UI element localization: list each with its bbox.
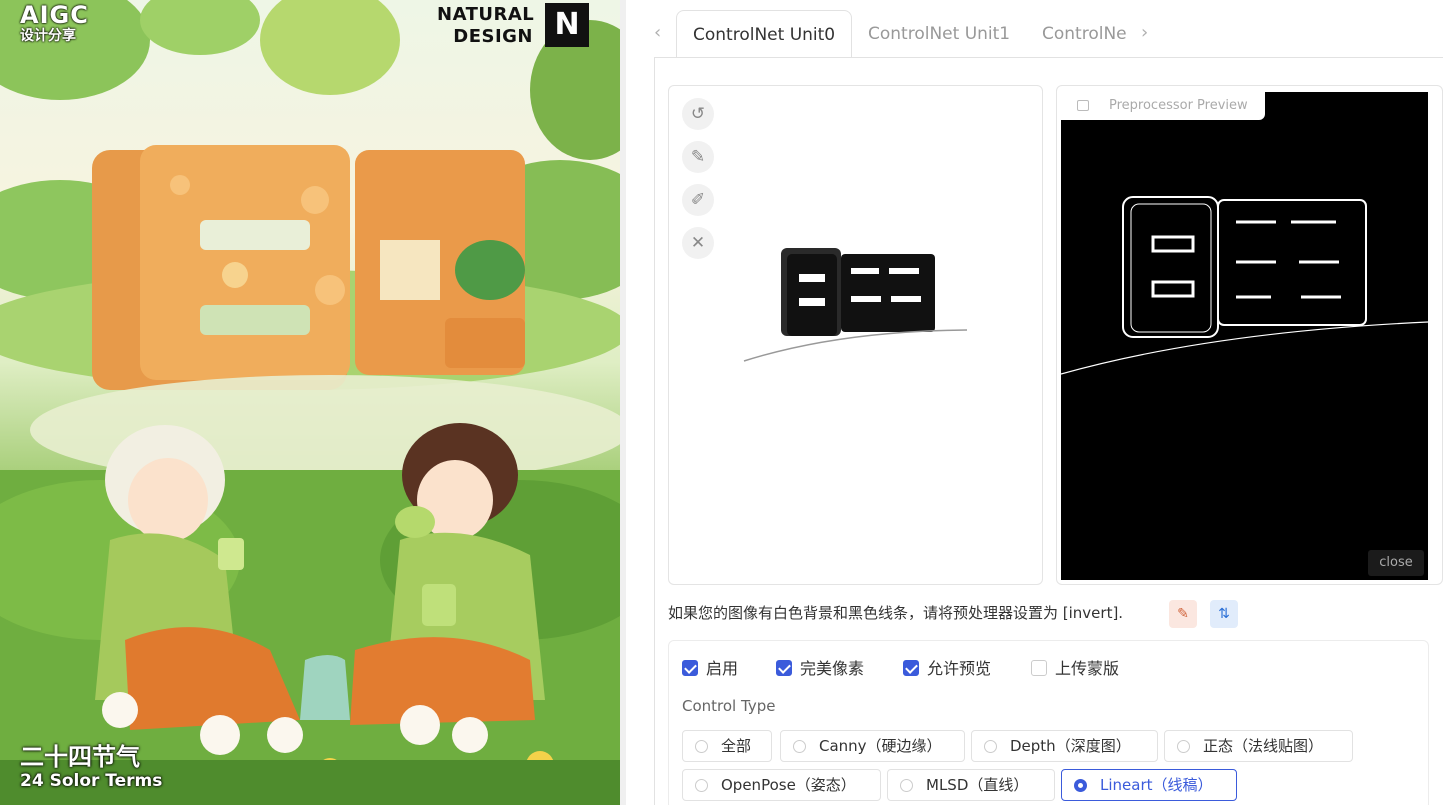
checkbox-enable-box[interactable] (682, 660, 698, 676)
radio-mlsd-label: MLSD（直线） (926, 776, 1029, 794)
controlnet-options: 启用 完美像素 允许预览 上传蒙版 Control Type 全部 Canny（… (668, 640, 1429, 805)
poster-footer: 二十四节气 24 Solor Terms (20, 743, 162, 791)
tab-unit1[interactable]: ControlNet Unit1 (852, 10, 1026, 58)
radio-all[interactable]: 全部 (682, 730, 772, 762)
radio-normal[interactable]: 正态（法线贴图） (1164, 730, 1353, 762)
checkbox-allow-preview-box[interactable] (903, 660, 919, 676)
checkbox-allow-preview[interactable]: 允许预览 (903, 659, 991, 679)
edit-icon[interactable]: ✎ (1169, 600, 1197, 628)
input-image-canvas[interactable]: ↺ ✎ ✐ ✕ (668, 85, 1043, 585)
checkbox-allow-preview-label: 允许预览 (927, 659, 992, 678)
control-type-label: Control Type (682, 697, 776, 715)
radio-openpose[interactable]: OpenPose（姿态） (682, 769, 881, 801)
checkbox-upload-mask[interactable]: 上传蒙版 (1031, 659, 1119, 679)
checkbox-upload-mask-box[interactable] (1031, 660, 1047, 676)
image-icon (1077, 100, 1089, 111)
checkbox-pixel-perfect[interactable]: 完美像素 (776, 659, 864, 679)
brand-subtitle: 设计分享 (20, 28, 76, 44)
natural-line1: NATURAL (437, 4, 535, 25)
radio-dot (1074, 779, 1087, 792)
poster-brand: AIGC 设计分享 (20, 2, 89, 44)
footer-cn: 二十四节气 (20, 743, 140, 771)
checkbox-pixel-perfect-box[interactable] (776, 660, 792, 676)
chevron-right-icon[interactable]: › (1141, 22, 1148, 43)
poster-image: AIGC 设计分享 NATURAL DESIGN N 二十四节气 24 Solo… (0, 0, 620, 805)
natural-line2: DESIGN (453, 26, 533, 47)
radio-depth-label: Depth（深度图） (1010, 737, 1131, 755)
radio-dot (900, 779, 913, 792)
radio-dot (984, 740, 997, 753)
close-button[interactable]: close (1368, 550, 1424, 576)
poster-illustration (0, 0, 620, 805)
preview-label: Preprocessor Preview (1057, 92, 1265, 120)
radio-lineart-label: Lineart（线稿） (1100, 776, 1213, 794)
radio-openpose-label: OpenPose（姿态） (721, 776, 856, 794)
controlnet-panel: ‹ ControlNet Unit0 ControlNet Unit1 Cont… (626, 0, 1443, 805)
radio-canny[interactable]: Canny（硬边缘） (780, 730, 965, 762)
brand-aigc: AIGC (20, 1, 89, 29)
radio-dot (1177, 740, 1190, 753)
invert-hint-text: 如果您的图像有白色背景和黑色线条，请将预处理器设置为 [invert]. (668, 604, 1124, 622)
preview-label-text: Preprocessor Preview (1109, 98, 1248, 113)
checkbox-upload-mask-label: 上传蒙版 (1055, 659, 1120, 678)
checkbox-enable[interactable]: 启用 (682, 659, 738, 679)
checkbox-enable-label: 启用 (706, 659, 739, 678)
footer-en: 24 Solor Terms (20, 771, 163, 791)
radio-mlsd[interactable]: MLSD（直线） (887, 769, 1055, 801)
tab-unit0[interactable]: ControlNet Unit0 (676, 10, 853, 58)
nd-logo-icon: N (545, 3, 589, 47)
radio-all-label: 全部 (721, 737, 752, 755)
radio-dot (695, 779, 708, 792)
swap-icon[interactable]: ⇅ (1210, 600, 1238, 628)
radio-lineart[interactable]: Lineart（线稿） (1061, 769, 1237, 801)
radio-depth[interactable]: Depth（深度图） (971, 730, 1158, 762)
chevron-left-icon[interactable]: ‹ (654, 22, 661, 43)
orange-character-blocks (92, 145, 525, 390)
preprocessor-preview-panel: Preprocessor Preview close (1056, 85, 1443, 585)
natural-design-text: NATURAL DESIGN (437, 4, 535, 48)
radio-normal-label: 正态（法线贴图） (1203, 737, 1324, 755)
input-image (743, 248, 968, 362)
lineart-preview (1061, 196, 1428, 375)
checkbox-pixel-perfect-label: 完美像素 (800, 659, 865, 678)
radio-canny-label: Canny（硬边缘） (819, 737, 942, 755)
preview-image: close (1061, 92, 1428, 580)
radio-dot (695, 740, 708, 753)
tab-bar: ‹ ControlNet Unit0 ControlNet Unit1 Cont… (626, 0, 1443, 58)
tab-unit2[interactable]: ControlNe (1026, 10, 1146, 58)
radio-dot (793, 740, 806, 753)
